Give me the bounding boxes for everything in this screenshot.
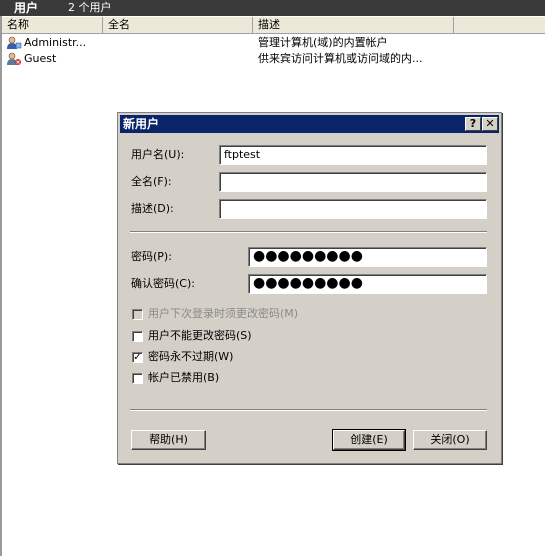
- user-name: Administr...: [24, 36, 87, 49]
- dialog-title-bar[interactable]: 新用户 ? ✕: [120, 115, 499, 133]
- user-description: 管理计算机(域)的内置帐户: [258, 36, 388, 49]
- user-description: 供来宾访问计算机或访问域的内...: [258, 52, 423, 65]
- description-field[interactable]: [219, 199, 487, 219]
- column-header-description[interactable]: 描述: [253, 17, 454, 33]
- list-item[interactable]: Administr... 管理计算机(域)的内置帐户: [4, 35, 544, 51]
- column-header-name[interactable]: 名称: [2, 17, 103, 33]
- account-disabled-checkbox[interactable]: [132, 373, 143, 384]
- create-button[interactable]: 创建(E): [332, 429, 406, 451]
- username-field[interactable]: ftptest: [219, 145, 487, 165]
- column-header-empty: [454, 17, 545, 33]
- cannot-change-password-label: 用户不能更改密码(S): [148, 329, 252, 342]
- password-never-expires-checkbox[interactable]: ✓: [132, 352, 143, 363]
- confirm-password-field[interactable]: ●●●●●●●●●: [248, 274, 487, 294]
- close-button[interactable]: 关闭(O): [413, 430, 487, 450]
- user-count: 2 个用户: [68, 1, 112, 14]
- dialog-title: 新用户: [123, 117, 160, 131]
- must-change-password-checkbox[interactable]: [132, 309, 143, 320]
- close-icon[interactable]: ✕: [482, 117, 498, 131]
- fullname-label: 全名(F):: [131, 175, 172, 188]
- cannot-change-password-checkbox[interactable]: [132, 331, 143, 342]
- account-disabled-label: 帐户已禁用(B): [148, 371, 220, 384]
- help-button[interactable]: 帮助(H): [131, 430, 206, 450]
- help-icon[interactable]: ?: [465, 117, 481, 131]
- username-label: 用户名(U):: [131, 148, 185, 161]
- user-name: Guest: [24, 52, 57, 65]
- new-user-dialog: 新用户 ? ✕ 用户名(U): ftptest 全名(F): 描述(D): 密码…: [117, 112, 502, 464]
- password-never-expires-label: 密码永不过期(W): [148, 350, 234, 363]
- separator: [130, 231, 487, 233]
- fullname-field[interactable]: [219, 172, 487, 192]
- pane-border: [0, 16, 2, 556]
- checkmark-icon: ✓: [133, 352, 142, 363]
- snapin-header: 用户 2 个用户: [0, 0, 545, 16]
- confirm-password-label: 确认密码(C):: [131, 277, 195, 290]
- guest-user-icon: [6, 52, 22, 66]
- column-header-fullname[interactable]: 全名: [103, 17, 253, 33]
- list-item[interactable]: Guest 供来宾访问计算机或访问域的内...: [4, 51, 544, 67]
- user-icon: [6, 36, 22, 50]
- description-label: 描述(D):: [131, 202, 174, 215]
- password-label: 密码(P):: [131, 250, 172, 263]
- separator: [130, 409, 487, 411]
- password-field[interactable]: ●●●●●●●●●: [248, 247, 487, 267]
- page-title: 用户: [14, 1, 39, 15]
- must-change-password-label: 用户下次登录时须更改密码(M): [148, 307, 299, 320]
- list-header: 名称 全名 描述: [2, 17, 545, 34]
